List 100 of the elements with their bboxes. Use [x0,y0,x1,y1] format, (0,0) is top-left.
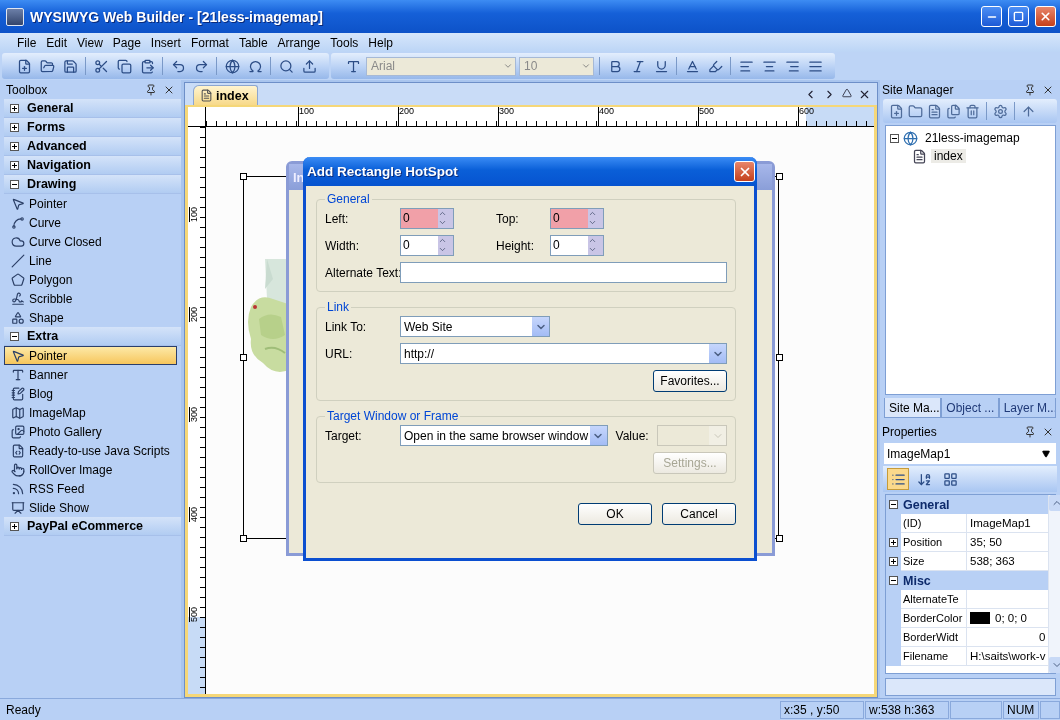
dialog-button[interactable]: OK [578,503,652,525]
categorized-button[interactable] [887,468,909,490]
number-field[interactable]: 0 [400,235,454,256]
document-tab[interactable]: index [193,85,258,105]
expand-icon[interactable] [889,538,898,547]
menu-item[interactable]: View [72,35,108,50]
resize-handle[interactable] [776,173,783,180]
preview-icon[interactable] [278,58,294,74]
toolbox-item[interactable]: Shape [4,308,177,327]
collapse-icon[interactable] [889,576,898,585]
folder-icon[interactable] [908,103,923,119]
spin-up-icon[interactable] [588,236,597,245]
undo-icon[interactable] [170,58,186,74]
page-icon[interactable] [927,103,942,119]
panel-tab[interactable]: Layer M... [998,398,1056,418]
expand-icon[interactable] [10,141,19,151]
pin-icon[interactable] [1024,83,1036,96]
resize-handle[interactable] [776,535,783,542]
expand-icon[interactable] [10,160,19,170]
justify-icon[interactable] [807,58,823,74]
menu-item[interactable]: Table [233,35,273,50]
property-value[interactable]: 35; 50 [967,533,1049,552]
toolbox-item[interactable]: Curve Closed [4,232,177,251]
new-page-icon[interactable] [16,58,32,74]
number-field[interactable]: 0 [400,208,454,229]
value-cell[interactable] [967,590,1049,609]
expand-icon[interactable] [889,557,898,566]
property-value[interactable]: 0; 0; 0 [995,612,1027,624]
duplicate-icon[interactable] [946,103,961,119]
group-header[interactable]: Extra [27,329,59,343]
spin-up-icon[interactable] [438,209,447,218]
menu-item[interactable]: Edit [41,35,73,50]
object-dropdown[interactable]: ImageMap1 [884,443,1056,464]
menu-item[interactable]: Tools [325,35,364,50]
dialog-button[interactable]: Cancel [662,503,736,525]
globe-icon[interactable] [224,58,240,74]
close-button[interactable] [1035,6,1056,27]
align-center-icon[interactable] [761,58,777,74]
close-button[interactable] [734,161,755,182]
toolbox-item[interactable]: Ready-to-use Java Scripts [4,441,177,460]
omega-icon[interactable] [247,58,263,74]
expand-icon[interactable] [10,103,19,113]
spin-down-icon[interactable] [438,218,447,227]
toolbox-item[interactable]: Photo Gallery [4,422,177,441]
toolbox-item[interactable]: Slide Show [4,498,177,517]
property-value[interactable]: ImageMap1 [967,514,1049,533]
italic-icon[interactable] [630,58,646,74]
open-folder-icon[interactable] [39,58,55,74]
url-combo[interactable]: http:// [400,343,727,364]
spin-up-icon[interactable] [438,236,447,245]
resize-handle[interactable] [240,173,247,180]
group-header[interactable]: Forms [27,120,66,134]
expand-icon[interactable] [10,122,19,132]
delete-icon[interactable] [965,103,980,119]
redo-icon[interactable] [193,58,209,74]
highlighter-icon[interactable] [707,58,723,74]
resize-handle[interactable] [240,354,247,361]
toolbox-item[interactable]: RollOver Image [4,460,177,479]
panel-tab[interactable]: Object ... [941,398,999,418]
panel-tab[interactable]: Site Ma... [884,398,942,418]
collapse-icon[interactable] [10,179,19,189]
menu-item[interactable]: Insert [145,35,186,50]
dropdown-icon[interactable] [842,87,852,98]
number-field[interactable]: 0 [550,235,604,256]
new-page-icon[interactable] [889,103,904,119]
maximize-button[interactable] [1008,6,1029,27]
underline-icon[interactable] [653,58,669,74]
favorites-button[interactable]: Favorites... [653,370,727,392]
move-up-icon[interactable] [1021,103,1036,119]
font-style-icon[interactable] [345,58,361,74]
category-header[interactable]: Misc [903,573,931,588]
dropdown[interactable]: Web Site [400,316,550,337]
property-value[interactable]: 538; 363 [967,552,1049,571]
menu-item[interactable]: Arrange [272,35,326,50]
pin-icon[interactable] [1024,425,1036,438]
tree-item[interactable]: index [931,149,966,163]
toolbox-item[interactable]: Pointer [4,346,177,365]
toolbox-item[interactable]: ImageMap [4,403,177,422]
font-color-icon[interactable] [684,58,700,74]
menu-item[interactable]: File [12,35,42,50]
resize-handle[interactable] [240,535,247,542]
toolbox-item[interactable]: Line [4,251,177,270]
expand-icon[interactable] [10,521,19,531]
align-left-icon[interactable] [738,58,754,74]
minimize-button[interactable] [981,6,1002,27]
align-right-icon[interactable] [784,58,800,74]
paste-icon[interactable] [139,58,155,74]
menu-item[interactable]: Page [107,35,146,50]
collapse-icon[interactable] [889,500,898,509]
property-value[interactable]: 0 [967,628,1049,647]
toolbox-item[interactable]: Curve [4,213,177,232]
collapse-icon[interactable] [10,331,19,341]
spin-up-icon[interactable] [588,209,597,218]
settings-icon[interactable] [993,103,1008,119]
toolbox-item[interactable]: Blog [4,384,177,403]
spin-down-icon[interactable] [588,218,597,227]
cut-icon[interactable] [93,58,109,74]
collapse-icon[interactable] [890,133,899,143]
property-value[interactable]: H:\saits\work-v [967,647,1049,666]
spin-down-icon[interactable] [438,245,447,254]
